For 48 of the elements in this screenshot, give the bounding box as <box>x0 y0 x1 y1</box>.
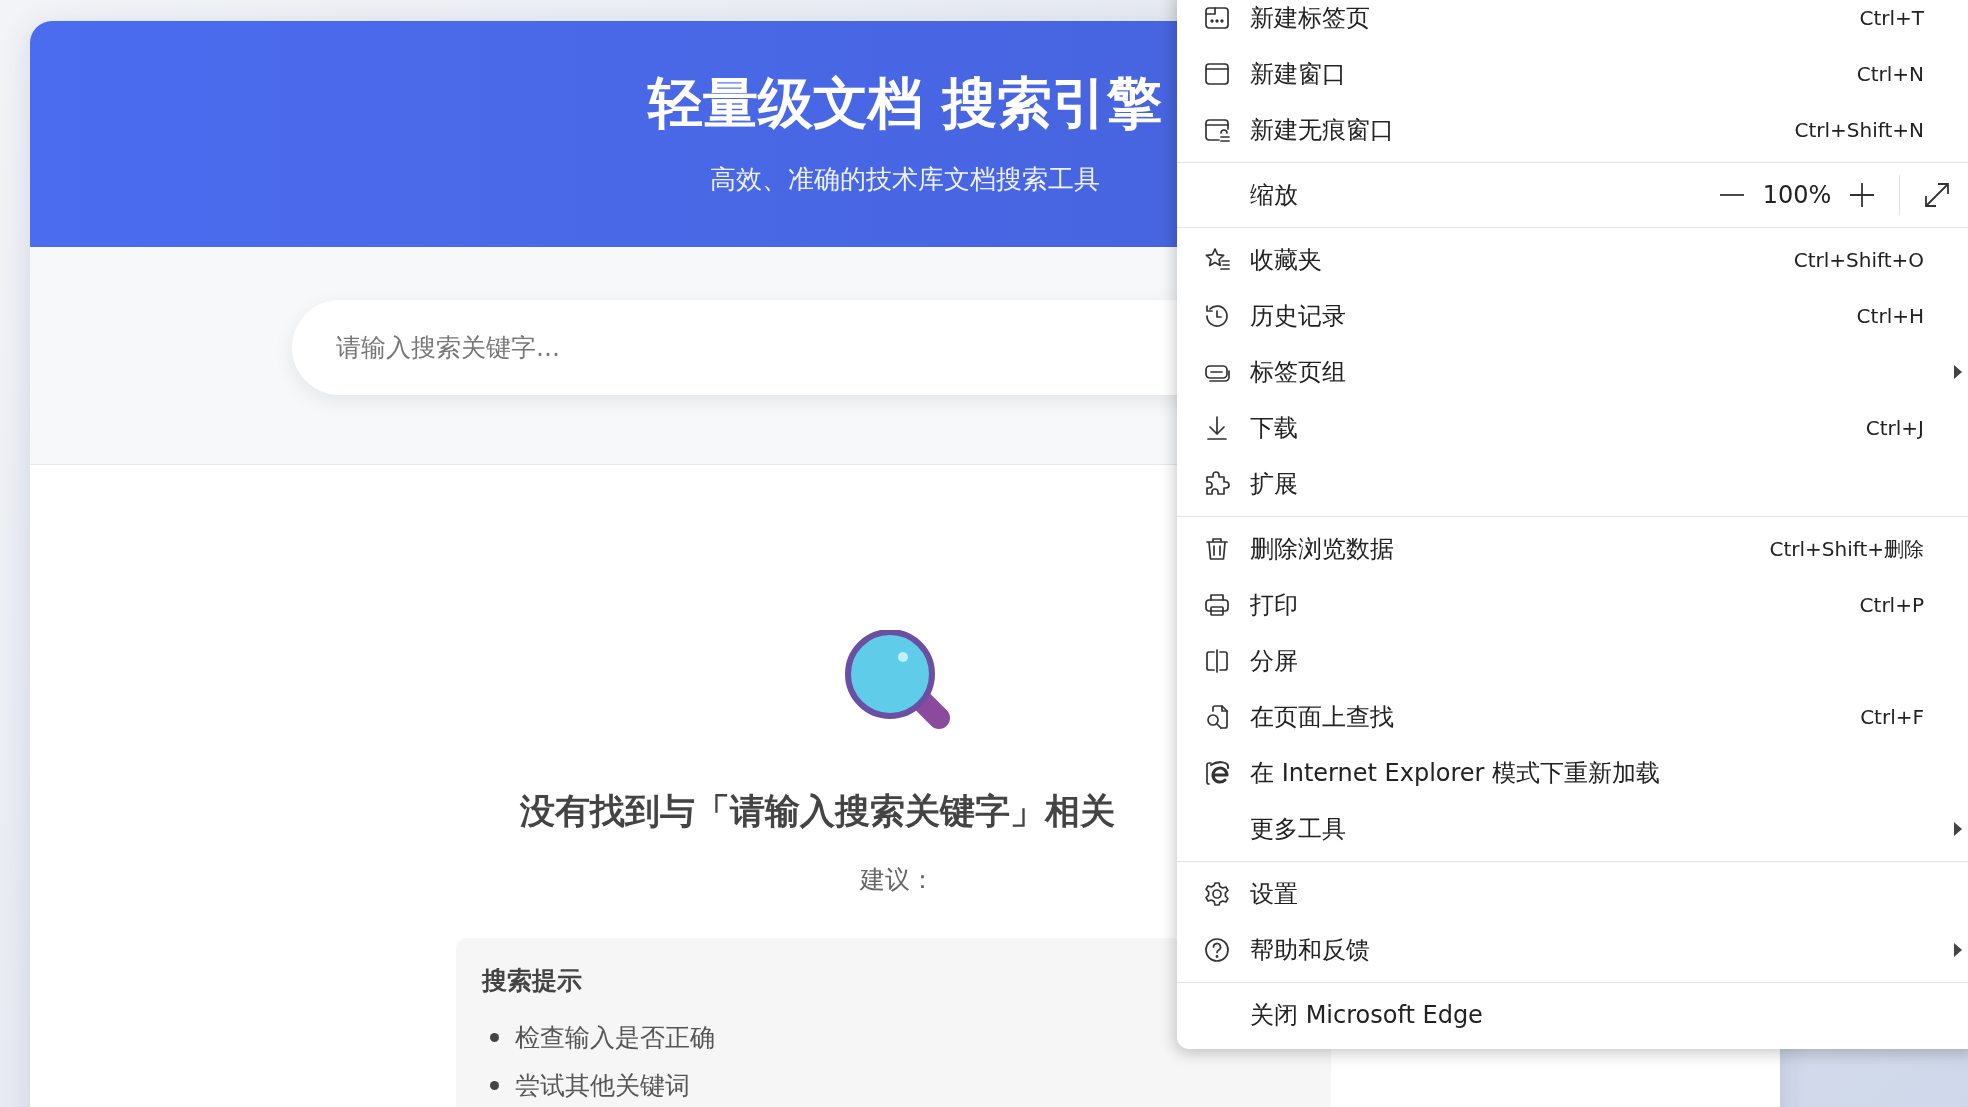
zoom-in-icon[interactable] <box>1849 182 1875 208</box>
trash-icon <box>1203 535 1231 563</box>
tips-title: 搜索提示 <box>482 965 582 997</box>
history-icon <box>1203 302 1231 330</box>
zoom-level: 100% <box>1761 181 1833 209</box>
menu-item[interactable]: 关闭 Microsoft Edge <box>1177 987 1968 1043</box>
bullet-icon <box>490 1032 499 1042</box>
shortcut-text: Ctrl+F <box>1860 705 1924 729</box>
menu-item[interactable]: 更多工具 <box>1177 801 1968 857</box>
split-screen-icon <box>1203 647 1231 675</box>
new-tab-icon <box>1203 4 1231 32</box>
menu-item[interactable]: 新建标签页 Ctrl+T <box>1177 0 1968 46</box>
menu-item[interactable]: 新建无痕窗口 Ctrl+Shift+N <box>1177 102 1968 158</box>
menu-item[interactable]: 在 Internet Explorer 模式下重新加载 <box>1177 745 1968 801</box>
menu-item[interactable]: 分屏 <box>1177 633 1968 689</box>
shortcut-text: Ctrl+P <box>1859 593 1924 617</box>
shortcut-text: Ctrl+Shift+N <box>1794 118 1924 142</box>
puzzle-icon <box>1203 470 1231 498</box>
tip-text: 尝试其他关键词 <box>515 1069 690 1102</box>
tip-text: 检查输入是否正确 <box>515 1021 715 1054</box>
printer-icon <box>1203 591 1231 619</box>
menu-item[interactable]: 新建窗口 Ctrl+N <box>1177 46 1968 102</box>
bullet-icon <box>490 1080 499 1090</box>
private-window-icon <box>1203 116 1231 144</box>
settings-icon <box>1203 880 1231 908</box>
menu-item[interactable]: 打印 Ctrl+P <box>1177 577 1968 633</box>
menu-item[interactable]: 删除浏览数据 Ctrl+Shift+删除 <box>1177 521 1968 577</box>
menu-item[interactable]: 设置 <box>1177 866 1968 922</box>
menu-item[interactable]: 在页面上查找 Ctrl+F <box>1177 689 1968 745</box>
fullscreen-icon[interactable] <box>1924 182 1950 208</box>
shortcut-text: Ctrl+N <box>1856 62 1924 86</box>
menu-item[interactable]: 扩展 <box>1177 456 1968 512</box>
suggestion-label: 建议： <box>859 864 935 896</box>
menu-item[interactable]: 帮助和反馈 <box>1177 922 1968 978</box>
window-icon <box>1203 60 1231 88</box>
ie-icon <box>1203 759 1231 787</box>
shortcut-text: Ctrl+Shift+O <box>1793 248 1924 272</box>
shortcut-text: Ctrl+H <box>1856 304 1924 328</box>
shortcut-text: Ctrl+J <box>1865 416 1924 440</box>
page-subtitle: 高效、准确的技术库文档搜索工具 <box>710 162 1100 196</box>
page-title: 轻量级文档 搜索引擎 <box>647 73 1163 134</box>
help-icon <box>1203 936 1231 964</box>
shortcut-text: Ctrl+T <box>1859 6 1924 30</box>
menu-item[interactable]: 收藏夹 Ctrl+Shift+O <box>1177 232 1968 288</box>
menu-item[interactable]: 下载 Ctrl+J <box>1177 400 1968 456</box>
no-results-message: 没有找到与「请输入搜索关键字」相关 <box>520 790 1115 833</box>
shortcut-text: Ctrl+Shift+删除 <box>1769 535 1924 563</box>
menu-item-label: 缩放 <box>1250 180 1299 211</box>
